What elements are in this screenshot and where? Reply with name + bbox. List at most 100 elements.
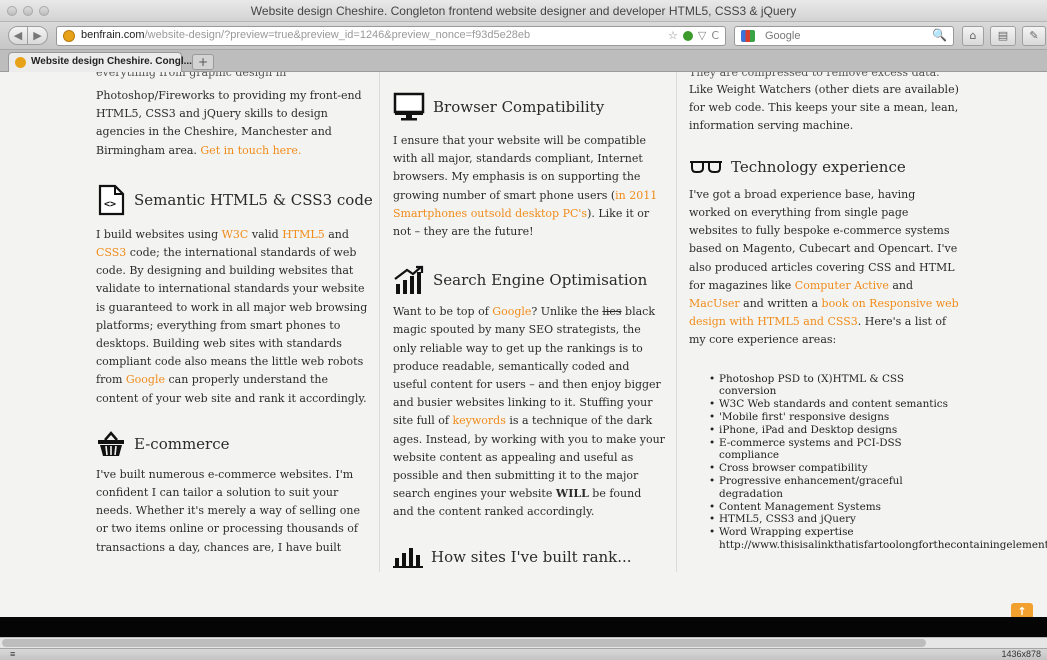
inline-link[interactable]: MacUser — [689, 297, 740, 310]
inline-link[interactable]: CSS3 — [96, 246, 126, 259]
experience-item: conversion — [719, 385, 777, 398]
experience-item: E-commerce systems and PCI-DSS — [689, 437, 959, 450]
forward-button[interactable]: ▶ — [28, 26, 48, 45]
history-dropdown-icon[interactable]: ▽ — [698, 29, 706, 42]
experience-item: Word Wrapping expertise — [689, 526, 959, 539]
text-run: Like Weight Watchers (other diets are av… — [689, 83, 959, 133]
cut-off-text: They are compressed to remove excess dat… — [689, 72, 940, 79]
ecommerce-heading: E-commerce — [96, 430, 368, 458]
rank-heading-text: How sites I've built rank... — [431, 547, 632, 566]
text-run: valid — [248, 227, 283, 241]
semantic-heading-text: Semantic HTML5 & CSS3 code — [134, 190, 373, 209]
code-file-icon: <> — [96, 184, 126, 216]
status-menu-icon: ≡ — [10, 649, 16, 659]
text-run: Want to be top of — [393, 305, 493, 319]
experience-item: http://www.thisisalinkthatisfartoolongfo… — [719, 539, 1047, 551]
pen-icon: ✎ — [1029, 29, 1039, 42]
window-title: Website design Cheshire. Congleton front… — [250, 4, 797, 18]
text-run: ? Unlike the — [531, 305, 603, 319]
viewport-size-readout: 1436x878 — [1001, 649, 1041, 659]
addon-icon[interactable] — [682, 30, 693, 41]
navigation-toolbar: ◀ ▶ benfrain.com/website-design/?preview… — [0, 22, 1047, 50]
inline-link[interactable]: HTML5 — [282, 228, 325, 241]
title-bar: Website design Cheshire. Congleton front… — [0, 0, 1047, 22]
experience-item: iPhone, iPad and Desktop designs — [689, 424, 959, 437]
experience-list: Photoshop PSD to (X)HTML & CSSconversion… — [689, 373, 1047, 552]
reload-icon[interactable]: C — [711, 29, 719, 42]
tab-label: Website design Cheshire. Congl... — [31, 56, 192, 67]
address-bar[interactable]: benfrain.com/website-design/?preview=tru… — [56, 26, 726, 46]
text-run: I build websites using — [96, 227, 222, 241]
back-arrow-icon: ◀ — [13, 29, 23, 42]
back-button[interactable]: ◀ — [8, 26, 28, 45]
tab-website-design[interactable]: Website design Cheshire. Congl... — [8, 52, 192, 72]
status-bar: ≡ 1436x878 — [0, 648, 1047, 660]
experience-item: W3C Web standards and content semantics — [689, 398, 959, 411]
browser-heading: Browser Compatibility — [393, 92, 665, 122]
experience-item: HTML5, CSS3 and jQuery — [689, 513, 959, 526]
site-favicon-icon — [63, 30, 75, 42]
search-icon[interactable]: 🔍 — [932, 28, 947, 42]
tab-bar: Website design Cheshire. Congl... + — [0, 50, 1047, 72]
experience-item: degradation — [719, 487, 783, 500]
emphasis-text: WILL — [555, 487, 589, 501]
experience-item: Cross browser compatibility — [689, 462, 959, 475]
url-path: /website-design/?preview=true&preview_id… — [144, 29, 531, 41]
semantic-heading: <> Semantic HTML5 & CSS3 code — [96, 184, 373, 216]
bookmark-star-icon[interactable]: ☆ — [668, 29, 678, 42]
inline-link[interactable]: W3C — [222, 228, 249, 241]
seo-heading: Search Engine Optimisation — [393, 265, 665, 295]
inline-link[interactable]: keywords — [452, 414, 505, 427]
inline-link[interactable]: Get in touch here. — [200, 144, 301, 157]
text-run: I ensure that your website will be compa… — [393, 134, 646, 202]
seo-heading-text: Search Engine Optimisation — [433, 271, 648, 290]
text-run: and — [324, 227, 349, 241]
page-footer-bar — [0, 617, 1047, 637]
cut-off-line: They are compressed to remove excess dat… — [689, 72, 949, 80]
column-divider — [379, 72, 380, 572]
tech-heading-text: Technology experience — [731, 157, 906, 176]
column-left: everything from graphic design in Photos… — [96, 72, 373, 557]
struck-text: lies — [602, 305, 622, 319]
scrollbar-thumb[interactable] — [2, 639, 926, 647]
new-tab-button[interactable]: + — [192, 54, 214, 70]
experience-item: 'Mobile first' responsive designs — [689, 411, 959, 424]
ranking-chart-icon — [393, 265, 425, 295]
bookmarks-icon: ▤ — [997, 29, 1009, 42]
home-button[interactable]: ⌂ — [962, 26, 984, 46]
bookmarks-button[interactable]: ▤ — [990, 26, 1016, 46]
intro-paragraph: Like Weight Watchers (other diets are av… — [689, 81, 959, 136]
column-middle: Browser Compatibility I ensure that your… — [393, 72, 665, 568]
inline-link[interactable]: Google — [492, 305, 531, 318]
text-run: black magic spouted by many SEO strategi… — [393, 305, 661, 428]
text-run: I've got a broad experience base, having… — [689, 187, 958, 292]
tab-favicon-icon — [15, 57, 26, 68]
inline-link[interactable]: Google — [126, 373, 165, 386]
glasses-icon — [689, 160, 723, 174]
browser-heading-text: Browser Compatibility — [433, 97, 605, 116]
text-run: code; the international standards of web… — [96, 246, 368, 387]
ecommerce-heading-text: E-commerce — [134, 434, 230, 453]
text-run: I've built numerous e-commerce websites.… — [96, 467, 360, 554]
extension-button[interactable]: ✎ — [1022, 26, 1046, 46]
browser-paragraph: I ensure that your website will be compa… — [393, 132, 665, 241]
monitor-icon — [393, 92, 425, 122]
url-domain: benfrain.com — [81, 29, 145, 41]
browser-window: Website design Cheshire. Congleton front… — [0, 0, 1047, 660]
bar-chart-icon — [393, 546, 423, 568]
cut-off-line: everything from graphic design in — [96, 72, 356, 80]
inline-link[interactable]: Computer Active — [795, 279, 889, 292]
text-run: and — [888, 278, 914, 292]
cut-off-text: everything from graphic design in — [96, 72, 287, 79]
address-text[interactable]: benfrain.com/website-design/?preview=tru… — [81, 29, 530, 41]
search-bar[interactable]: Google 🔍 — [734, 26, 954, 46]
tech-paragraph: I've got a broad experience base, having… — [689, 186, 959, 350]
shopping-basket-icon — [96, 430, 126, 458]
search-engine-icon[interactable] — [741, 30, 755, 42]
svg-text:<>: <> — [104, 199, 116, 210]
text-run: and written a — [739, 297, 822, 311]
home-icon: ⌂ — [969, 29, 977, 42]
semantic-paragraph: I build websites using W3C valid HTML5 a… — [96, 226, 368, 408]
experience-item: Photoshop PSD to (X)HTML & CSS — [689, 373, 959, 386]
horizontal-scrollbar[interactable] — [0, 637, 1047, 648]
